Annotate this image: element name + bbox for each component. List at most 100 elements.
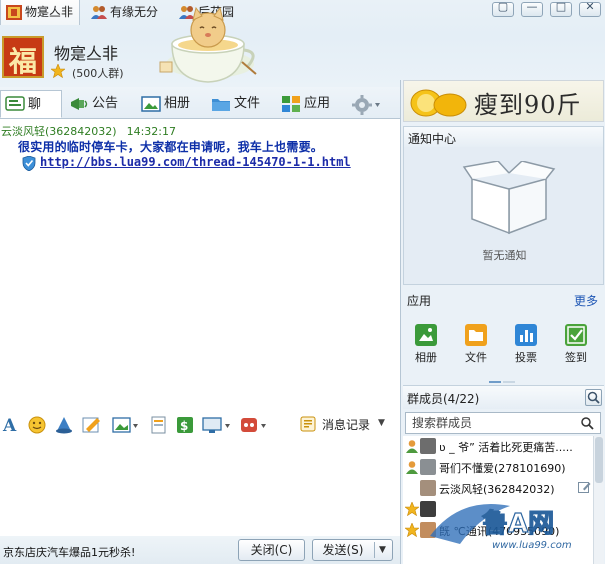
apps-pager[interactable] bbox=[489, 372, 519, 383]
members-search-button[interactable] bbox=[585, 389, 602, 406]
watermark-text: 鲁A网 bbox=[482, 509, 554, 539]
music-icon[interactable]: $ bbox=[176, 416, 194, 434]
teacup-kitten-illustration bbox=[159, 6, 257, 83]
member-search-input[interactable] bbox=[406, 413, 576, 433]
ad-banner[interactable]: 瘦到90斤 bbox=[403, 80, 604, 122]
minimize-button[interactable]: — bbox=[521, 0, 543, 17]
megaphone-icon bbox=[71, 98, 88, 110]
tab-announcement-label: 公告 bbox=[92, 96, 119, 111]
tab-album[interactable]: 相册 bbox=[137, 90, 198, 118]
watermark-url: www.lua99.com bbox=[492, 540, 572, 551]
message-link[interactable]: http://bbs.lua99.com/thread-145470-1-1.h… bbox=[40, 155, 351, 169]
apps-icon bbox=[282, 96, 300, 112]
apps-header: 应用 更多 bbox=[403, 290, 604, 310]
message-input[interactable] bbox=[0, 440, 400, 536]
message-time: 14:32:17 bbox=[126, 125, 176, 138]
app-label: 签到 bbox=[565, 351, 587, 364]
search-icon bbox=[587, 391, 600, 404]
image-icon[interactable] bbox=[112, 416, 140, 434]
tab-apps[interactable]: 应用 bbox=[277, 90, 338, 118]
magic-text-icon[interactable] bbox=[82, 416, 102, 434]
window-controls: ▢ — □ ✕ bbox=[485, 0, 601, 20]
document-icon[interactable] bbox=[150, 416, 168, 434]
screenshot-icon[interactable] bbox=[202, 416, 232, 434]
photo-app-icon bbox=[415, 324, 437, 346]
message-header: 云淡风轻(362842032) 14:32:17 bbox=[1, 123, 176, 139]
member-item[interactable]: 哥们不懂爱(278101690) bbox=[403, 457, 593, 478]
history-dropdown-icon[interactable]: ▼ bbox=[378, 418, 385, 428]
app-album[interactable]: 相册 bbox=[403, 324, 449, 365]
window-header: 物寔亼非 有缘无分 后花园 ▢ — □ ✕ 福 物寔亼非 (500人群) bbox=[0, 0, 605, 88]
close-button[interactable]: 关闭(C) bbox=[238, 539, 305, 561]
star-icon bbox=[51, 64, 65, 78]
emoji-icon[interactable] bbox=[28, 416, 46, 434]
vote-app-icon bbox=[515, 324, 537, 346]
history-icon bbox=[300, 416, 316, 432]
photo-album-icon bbox=[141, 96, 161, 112]
apps-more-link[interactable]: 更多 bbox=[574, 292, 598, 309]
window-tab-wushi[interactable]: 物寔亼非 bbox=[0, 0, 81, 25]
close-window-button[interactable]: ✕ bbox=[579, 0, 601, 17]
more-tools-icon[interactable] bbox=[240, 416, 270, 434]
notice-empty-text: 暂无通知 bbox=[482, 249, 527, 262]
app-label: 文件 bbox=[465, 351, 487, 364]
group-avatar[interactable]: 福 bbox=[2, 36, 44, 78]
shake-icon[interactable] bbox=[54, 416, 74, 434]
maximize-button[interactable]: □ bbox=[550, 0, 572, 17]
group-size: (500人群) bbox=[72, 67, 124, 80]
settings-gear-icon[interactable] bbox=[351, 94, 381, 116]
member-item[interactable]: ʋ _ 爷” 活着比死更痛苦..... bbox=[403, 436, 593, 457]
scrollbar-thumb[interactable] bbox=[595, 437, 603, 483]
input-toolbar: A $ 消息记录 ▼ bbox=[0, 410, 400, 440]
right-panel: 瘦到90斤 通知中心 暂无通知 应用 更多 相册 文件 投票 签到 群成员(4/… bbox=[400, 80, 605, 564]
message-history-button[interactable]: 消息记录 bbox=[300, 416, 370, 434]
member-name: ʋ _ 爷” 活着比死更痛苦..... bbox=[439, 441, 573, 454]
ad-link[interactable]: 京东店庆汽车爆品1元秒杀! bbox=[3, 544, 135, 560]
lemon-illustration bbox=[410, 89, 467, 117]
group-icon bbox=[6, 5, 22, 20]
group-name[interactable]: 物寔亼非 bbox=[54, 40, 118, 64]
group-members-icon bbox=[91, 6, 107, 19]
app-label: 投票 bbox=[515, 351, 537, 364]
tab-apps-label: 应用 bbox=[304, 96, 331, 111]
tab-files[interactable]: 文件 bbox=[207, 90, 268, 118]
font-icon[interactable]: A bbox=[2, 416, 20, 434]
skin-button[interactable]: ▢ bbox=[492, 0, 514, 17]
folder-icon bbox=[212, 99, 230, 111]
svg-text:$: $ bbox=[180, 419, 188, 433]
skin-icon: ▢ bbox=[497, 0, 509, 13]
search-icon[interactable] bbox=[580, 416, 594, 430]
notice-center-body: 暂无通知 bbox=[403, 147, 604, 285]
apps-title: 应用 bbox=[407, 294, 432, 308]
chat-icon bbox=[5, 96, 25, 111]
member-badge-icon bbox=[406, 461, 418, 474]
send-options-icon[interactable]: ▼ bbox=[379, 540, 386, 560]
notice-center-title: 通知中心 bbox=[408, 132, 457, 146]
admin-star-icon bbox=[405, 502, 419, 516]
window-tab-strip: 物寔亼非 有缘无分 后花园 ▢ — □ ✕ bbox=[0, 0, 605, 26]
window-tab-label: 物寔亼非 bbox=[25, 5, 74, 19]
tab-chat[interactable]: 聊天 bbox=[0, 90, 62, 140]
send-label: 发送(S) bbox=[322, 543, 364, 557]
shield-icon bbox=[22, 156, 36, 171]
tab-announcement[interactable]: 公告 bbox=[65, 90, 126, 118]
edit-icon[interactable] bbox=[578, 481, 591, 494]
tab-album-label: 相册 bbox=[164, 96, 191, 111]
apps-grid: 相册 文件 投票 签到 bbox=[403, 312, 604, 383]
app-label: 相册 bbox=[415, 351, 437, 364]
maximize-icon: □ bbox=[555, 0, 567, 13]
history-label: 消息记录 bbox=[322, 418, 371, 432]
app-checkin[interactable]: 签到 bbox=[553, 324, 599, 365]
send-button[interactable]: 发送(S) ▼ bbox=[312, 539, 393, 561]
member-name: 云淡风轻(362842032) bbox=[439, 483, 555, 496]
app-files[interactable]: 文件 bbox=[453, 324, 499, 365]
chat-message-area[interactable]: 云淡风轻(362842032) 14:32:17 很实用的临时停车卡，大家都在申请… bbox=[0, 120, 400, 410]
bottom-bar: 京东店庆汽车爆品1元秒杀! 关闭(C) 发送(S) ▼ bbox=[0, 536, 400, 564]
member-name: 哥们不懂爱(278101690) bbox=[439, 462, 566, 475]
send-divider bbox=[374, 542, 375, 558]
avatar bbox=[420, 438, 436, 454]
member-search-box bbox=[405, 412, 601, 434]
file-app-icon bbox=[465, 324, 487, 346]
app-vote[interactable]: 投票 bbox=[503, 324, 549, 365]
message-sender[interactable]: 云淡风轻(362842032) bbox=[1, 125, 117, 138]
